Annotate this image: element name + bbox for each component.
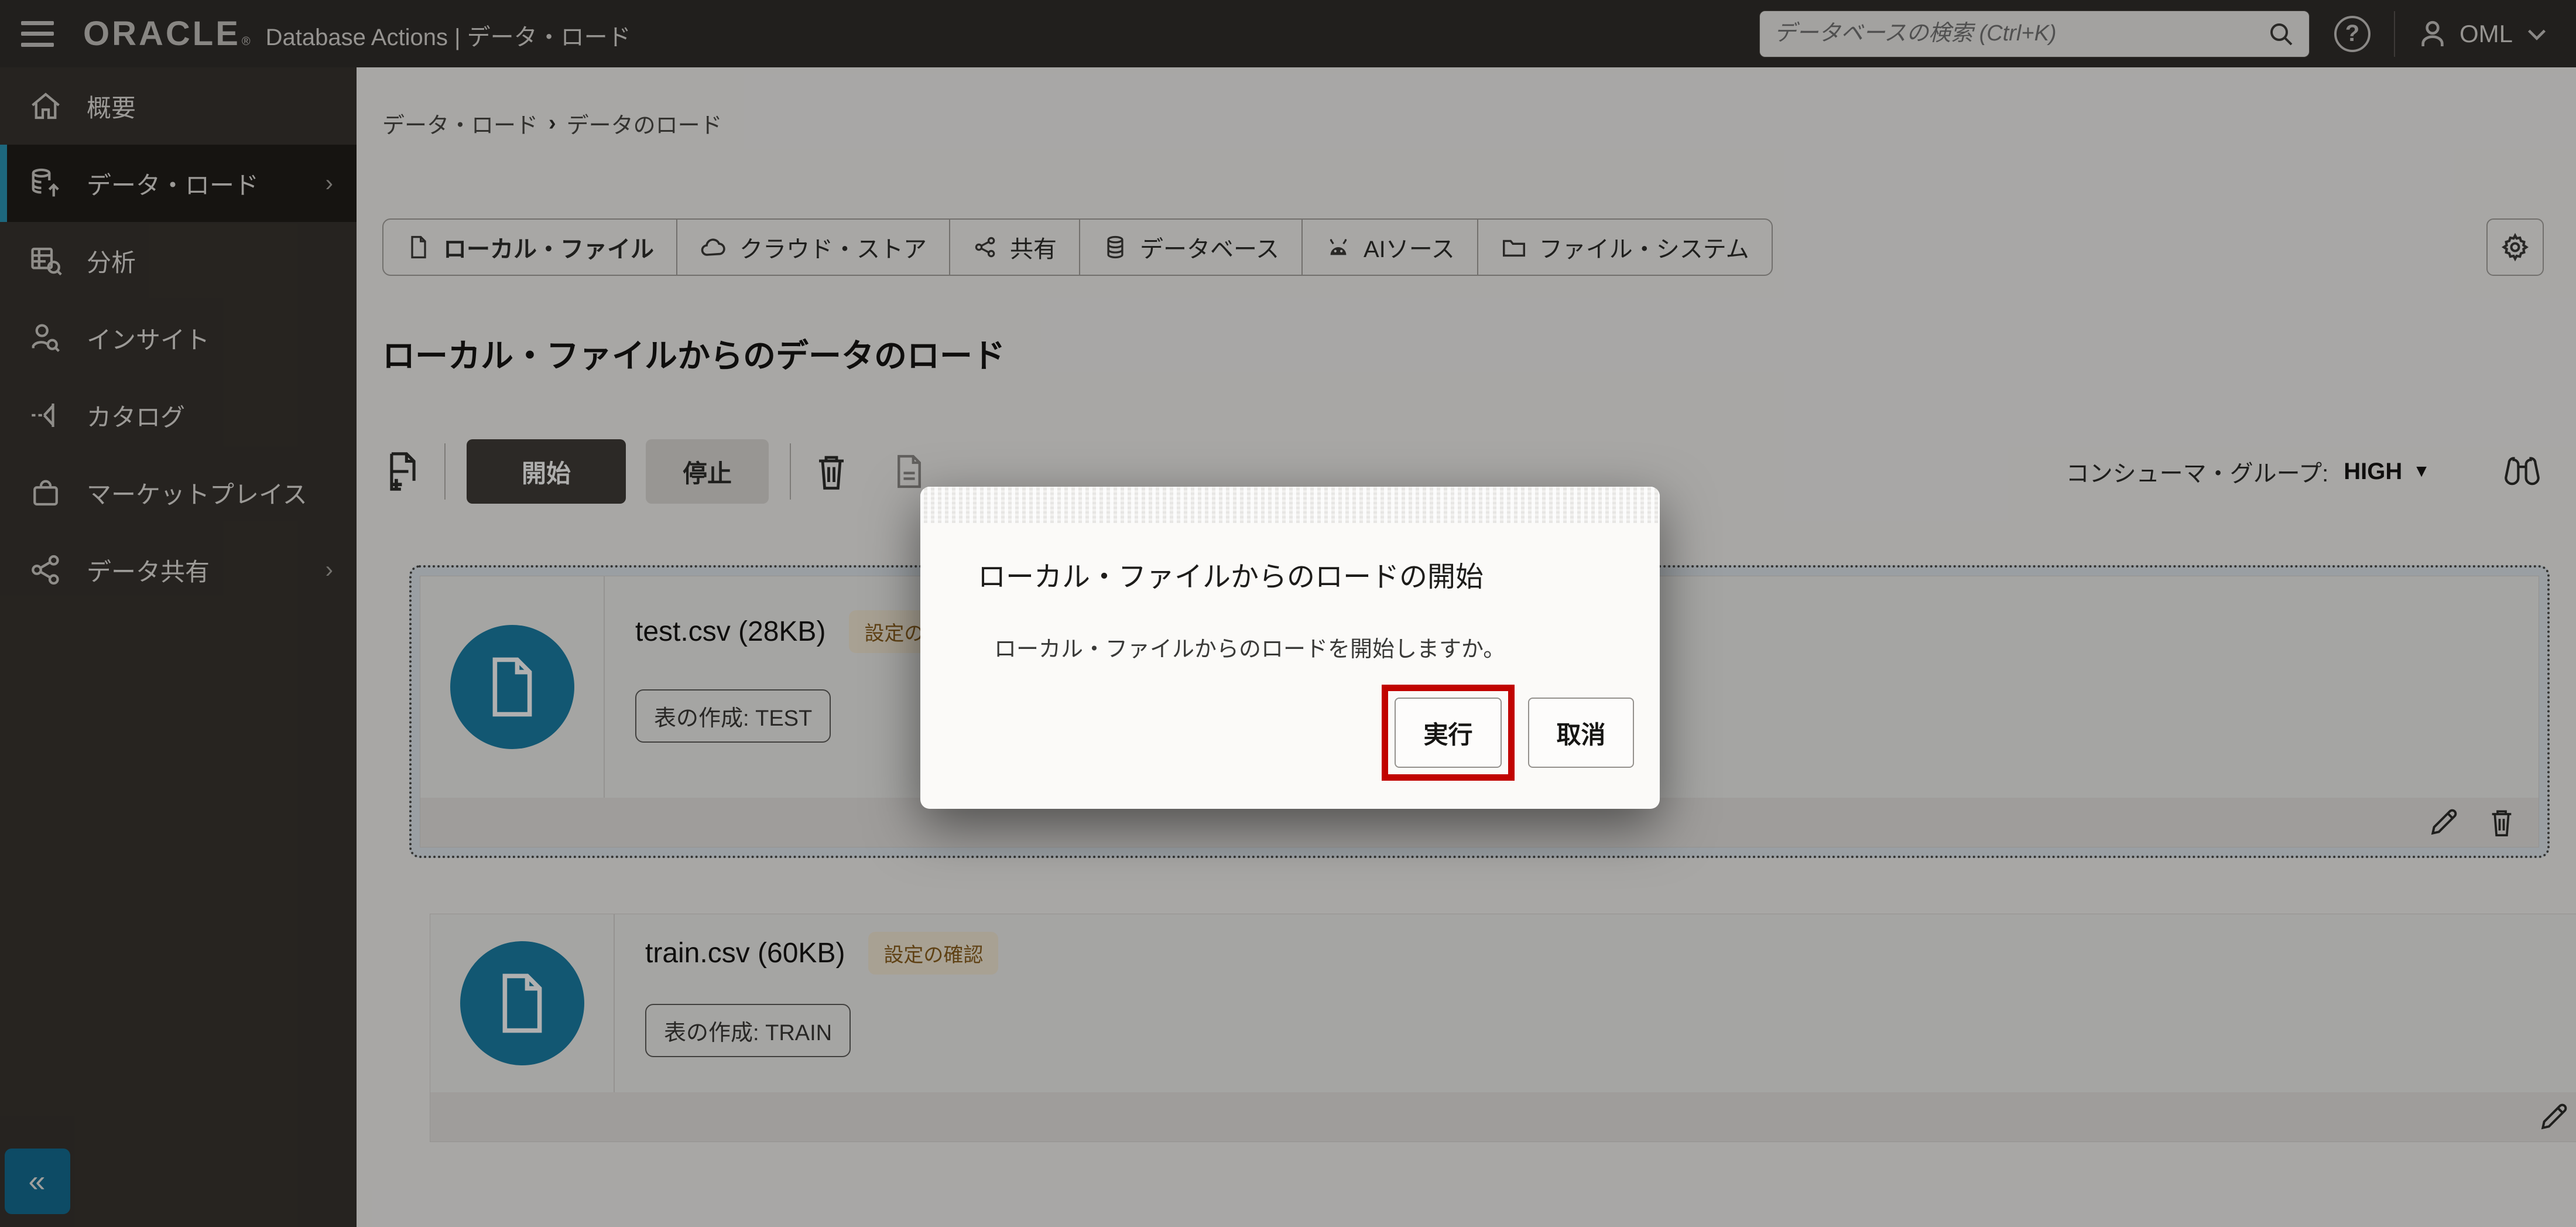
- red-highlight-annotation: 実行: [1382, 685, 1515, 781]
- dialog-title: ローカル・ファイルからのロードの開始: [978, 553, 1660, 594]
- dialog-message: ローカル・ファイルからのロードを開始しますか。: [994, 631, 1660, 663]
- cancel-button[interactable]: 取消: [1528, 698, 1634, 768]
- dialog-drag-handle[interactable]: [920, 487, 1660, 523]
- dialog-actions: 実行 取消: [1382, 685, 1634, 781]
- start-load-dialog: ローカル・ファイルからのロードの開始 ローカル・ファイルからのロードを開始します…: [920, 487, 1660, 809]
- run-button[interactable]: 実行: [1395, 698, 1502, 768]
